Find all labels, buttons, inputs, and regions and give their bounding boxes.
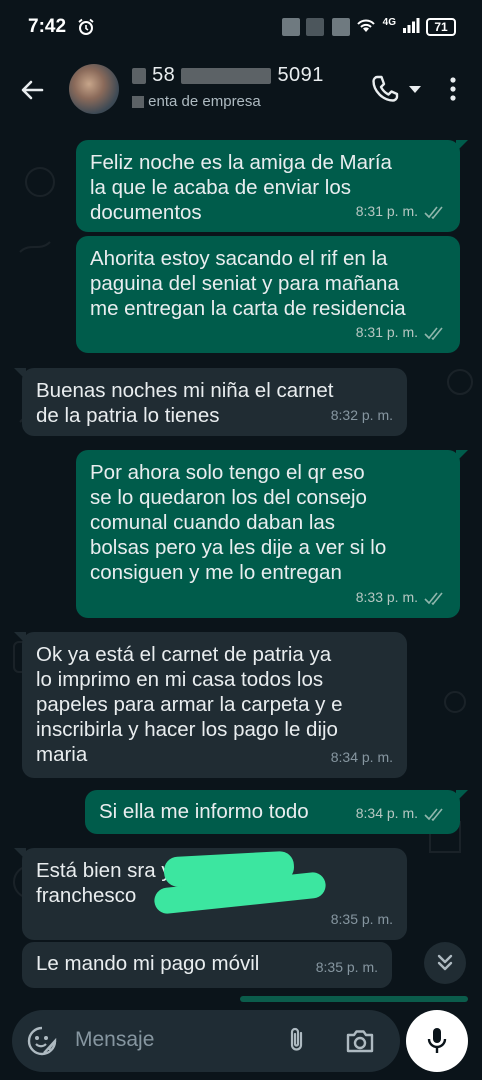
message-meta: 8:34 p. m.	[356, 801, 446, 826]
message-meta: 8:33 p. m.	[356, 585, 446, 610]
chat-area[interactable]: Feliz noche es la amiga de María la que …	[0, 122, 482, 1002]
message-time: 8:34 p. m.	[330, 749, 393, 765]
message-time: 8:34 p. m.	[355, 805, 418, 821]
camera-icon[interactable]	[344, 1026, 376, 1056]
message-bubble-outgoing[interactable]: Ahorita estoy sacando el rif en la pagui…	[76, 236, 460, 353]
contact-prefix: 58	[152, 64, 176, 86]
phone-icon[interactable]	[368, 72, 402, 106]
redaction-mask	[132, 67, 146, 84]
contact-subtitle: enta de empresa	[132, 93, 261, 110]
message-bubble-outgoing[interactable]: Feliz noche es la amiga de María la que …	[76, 140, 468, 232]
double-check-icon	[424, 326, 443, 340]
wifi-icon	[355, 17, 377, 36]
message-bubble-incoming[interactable]: Buenas noches mi niña el carnet de la pa…	[14, 368, 407, 436]
bubble-tail	[456, 790, 468, 802]
notification-icon	[306, 18, 324, 36]
notification-icon	[332, 18, 350, 36]
notification-icon	[282, 18, 300, 36]
message-time: 8:31 p. m.	[355, 324, 418, 340]
status-bar: 7:42 4G 71	[0, 0, 482, 56]
bubble-tail	[456, 140, 468, 152]
bubble-tail	[14, 848, 26, 860]
double-check-icon	[424, 807, 443, 821]
battery-indicator: 71	[426, 17, 456, 36]
message-time: 8:35 p. m.	[330, 911, 393, 927]
message-meta: 8:32 p. m.	[331, 403, 393, 428]
back-arrow-icon[interactable]	[16, 74, 48, 106]
scroll-down-button[interactable]	[424, 942, 466, 984]
chevrons-down-icon	[437, 954, 453, 971]
network-type: 4G	[382, 17, 396, 28]
message-meta: 8:31 p. m.	[356, 320, 446, 345]
message-meta: 8:35 p. m.	[331, 907, 393, 932]
contact-suffix: 5091	[277, 64, 324, 86]
status-indicators: 4G 71	[355, 17, 456, 36]
double-check-icon	[424, 591, 443, 605]
message-bubble-outgoing[interactable]: Por ahora solo tengo el qr eso se lo que…	[76, 450, 468, 618]
mic-button[interactable]	[406, 1010, 468, 1072]
redaction-mask	[181, 67, 272, 84]
redaction-mask	[132, 96, 144, 109]
contact-subtitle-text: enta de empresa	[148, 93, 261, 110]
more-vert-icon[interactable]	[440, 72, 466, 106]
message-input[interactable]: Mensaje	[12, 1010, 400, 1072]
message-placeholder: Mensaje	[75, 1028, 155, 1051]
bubble-tail	[14, 632, 26, 644]
contact-name[interactable]: 58 5091	[132, 64, 324, 87]
message-bubble-incoming[interactable]: Ok ya está el carnet de patria ya lo imp…	[14, 632, 407, 778]
message-text: Por ahora solo tengo el qr eso se lo que…	[90, 461, 387, 584]
message-bubble-outgoing[interactable]: Si ella me informo todo 8:34 p. m.	[85, 790, 468, 834]
status-time: 7:42	[28, 16, 67, 37]
emoji-icon[interactable]	[26, 1025, 58, 1057]
message-time: 8:32 p. m.	[330, 407, 393, 423]
message-text: Ahorita estoy sacando el rif en la pagui…	[90, 247, 406, 320]
dropdown-icon[interactable]	[408, 82, 422, 100]
double-check-icon	[424, 205, 443, 219]
chat-header: 58 5091 enta de empresa	[0, 56, 482, 122]
avatar[interactable]	[69, 64, 119, 114]
message-meta: 8:31 p. m.	[356, 199, 446, 224]
mic-icon	[427, 1028, 447, 1053]
message-bubble-incoming[interactable]: Está bien sra yo soy franchesco 8:35 p. …	[14, 848, 407, 940]
composer-bar: Mensaje	[0, 1002, 482, 1080]
message-meta: 8:35 p. m.	[316, 955, 378, 980]
bubble-tail	[456, 450, 468, 462]
signal-icon	[402, 17, 420, 36]
message-bubble-incoming[interactable]: Le mando mi pago móvil 8:35 p. m.	[22, 942, 392, 988]
alarm-icon	[77, 18, 95, 41]
message-meta: 8:34 p. m.	[331, 745, 393, 770]
bubble-tail	[14, 368, 26, 380]
message-time: 8:33 p. m.	[355, 589, 418, 605]
attach-icon[interactable]	[282, 1026, 312, 1056]
message-time: 8:35 p. m.	[315, 959, 378, 975]
message-time: 8:31 p. m.	[355, 203, 418, 219]
